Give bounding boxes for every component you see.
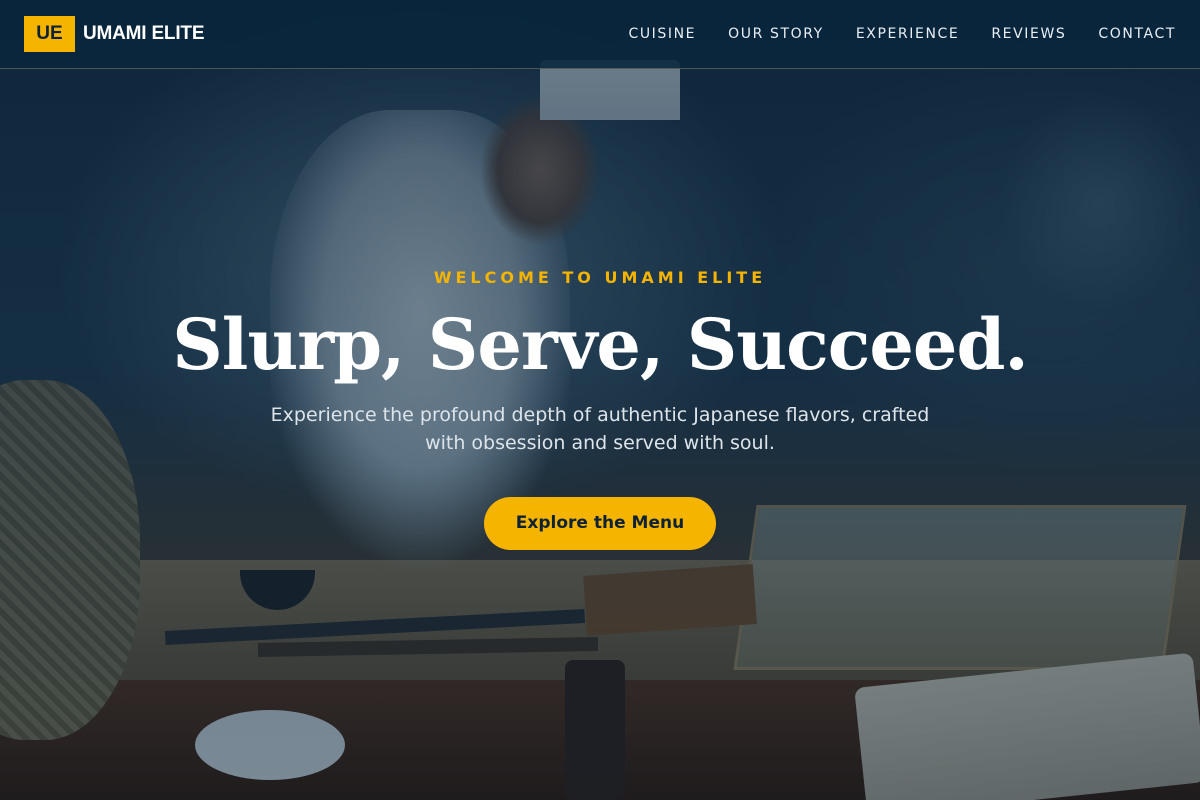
- explore-menu-button[interactable]: Explore the Menu: [484, 497, 716, 550]
- brand-logo-link[interactable]: UE UMAMI ELITE: [24, 16, 204, 52]
- hero-subtitle: Experience the profound depth of authent…: [270, 404, 930, 454]
- nav-link-contact[interactable]: CONTACT: [1098, 26, 1176, 42]
- site-header: UE UMAMI ELITE CUISINE OUR STORY EXPERIE…: [0, 0, 1200, 69]
- nav-link-our-story[interactable]: OUR STORY: [728, 26, 824, 42]
- brand-name: UMAMI ELITE: [83, 23, 205, 44]
- brand-mark: UE: [24, 16, 75, 52]
- hero-headline: Slurp, Serve, Succeed.: [172, 303, 1029, 386]
- nav-link-cuisine[interactable]: CUISINE: [628, 26, 696, 42]
- main-nav: CUISINE OUR STORY EXPERIENCE REVIEWS CON…: [628, 26, 1176, 42]
- nav-link-reviews[interactable]: REVIEWS: [991, 26, 1066, 42]
- hero-eyebrow: WELCOME TO UMAMI ELITE: [433, 268, 767, 287]
- nav-link-experience[interactable]: EXPERIENCE: [856, 26, 960, 42]
- hero-section: WELCOME TO UMAMI ELITE Slurp, Serve, Suc…: [0, 268, 1200, 550]
